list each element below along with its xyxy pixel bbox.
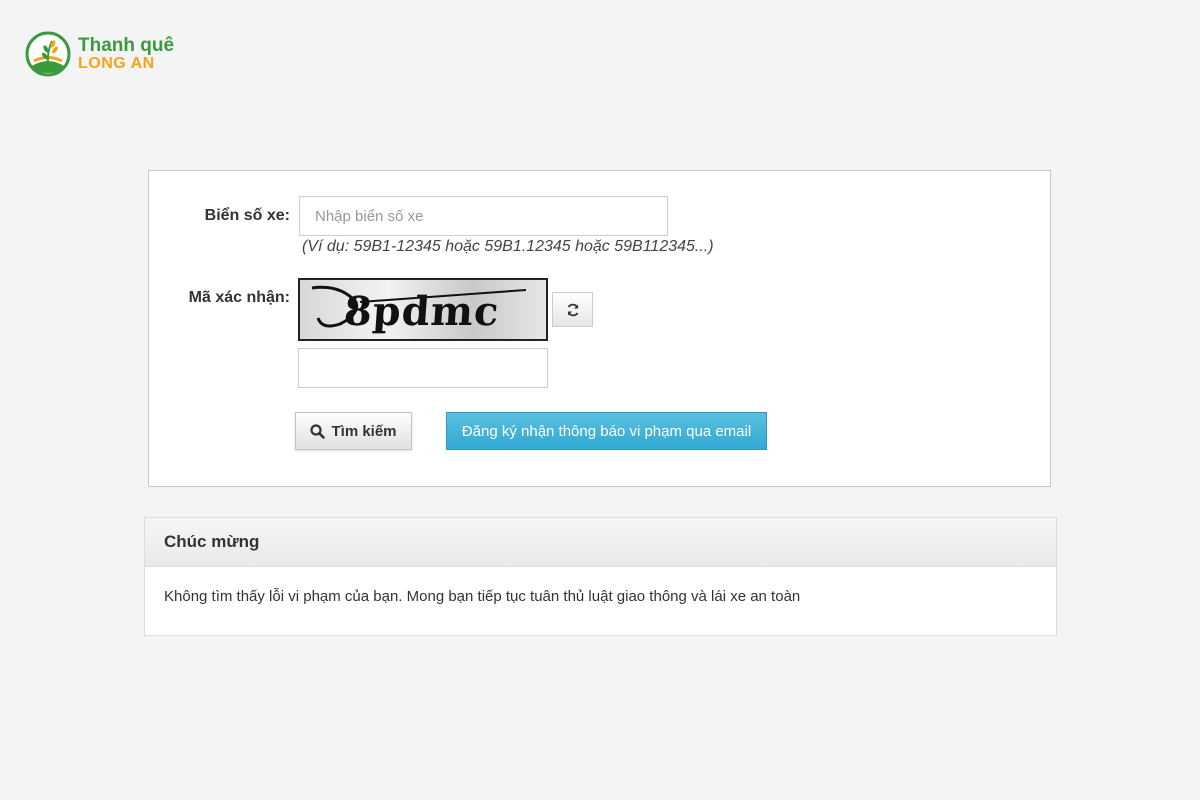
captcha-label: Mã xác nhận:	[188, 289, 290, 306]
plate-hint: (Ví dụ: 59B1-12345 hoặc 59B1.12345 hoặc …	[302, 238, 714, 255]
search-panel: Biển số xe: (Ví dụ: 59B1-12345 hoặc 59B1…	[148, 170, 1051, 487]
brand-name: Thanh quê	[78, 34, 175, 56]
captcha-refresh-button[interactable]	[552, 292, 593, 327]
result-message: Không tìm thấy lỗi vi phạm của bạn. Mong…	[164, 588, 801, 605]
plate-input[interactable]	[299, 196, 668, 236]
refresh-icon	[567, 303, 578, 316]
email-subscribe-button[interactable]: Đăng ký nhận thông báo vi phạm qua email	[446, 412, 767, 450]
brand-region: LONG AN	[78, 54, 155, 72]
search-icon	[310, 423, 326, 439]
result-panel: Chúc mừng Không tìm thấy lỗi vi phạm của…	[144, 517, 1057, 636]
rice-plant-logo-icon	[25, 31, 71, 77]
result-title: Chúc mừng	[145, 518, 1056, 567]
search-button[interactable]: Tìm kiếm	[295, 412, 412, 450]
email-button-label: Đăng ký nhận thông báo vi phạm qua email	[461, 422, 752, 440]
site-logo[interactable]: Thanh quê LONG AN	[24, 30, 174, 78]
search-button-label: Tìm kiếm	[331, 422, 397, 440]
captcha-noise-lines	[311, 285, 527, 328]
plate-label: Biển số xe:	[204, 207, 290, 224]
captcha-input[interactable]	[298, 348, 548, 388]
captcha-image: 8pdmc	[298, 278, 548, 341]
